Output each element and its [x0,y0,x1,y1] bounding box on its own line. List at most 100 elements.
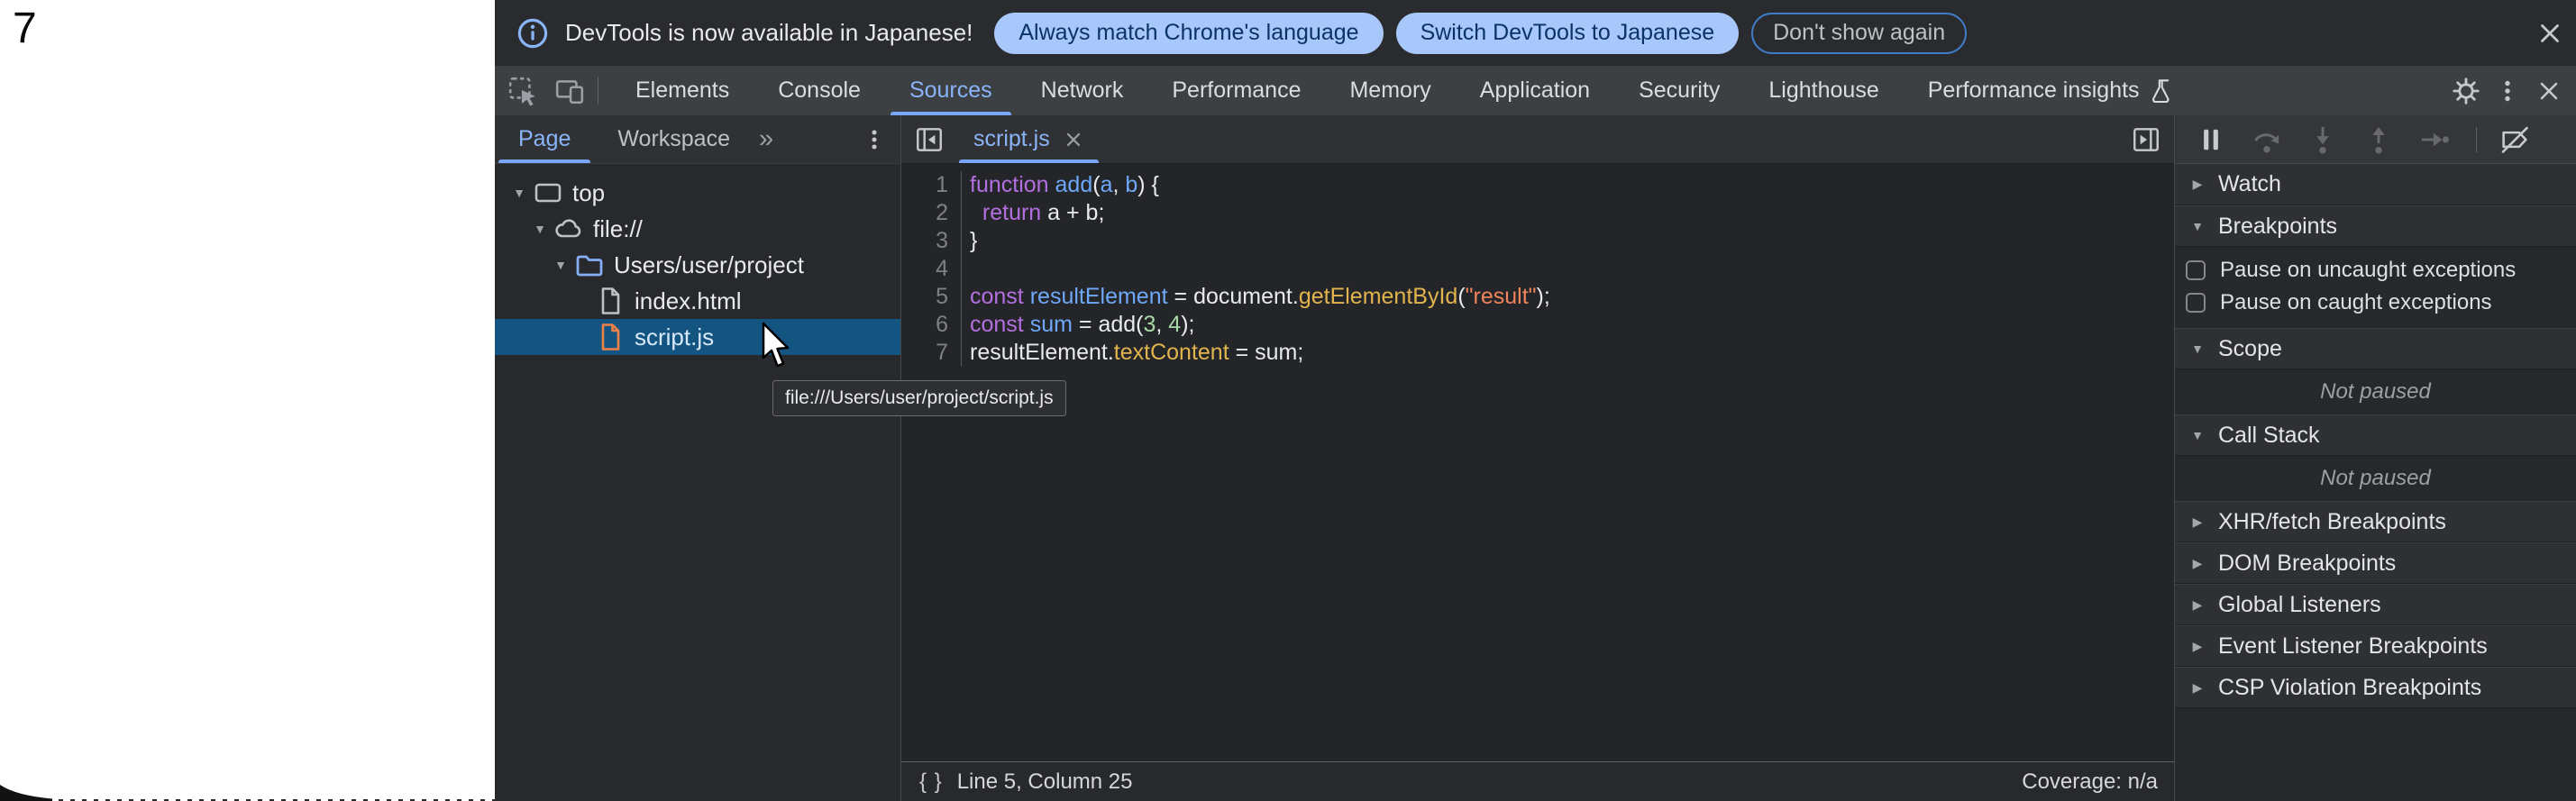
checkbox-label: Pause on uncaught exceptions [2220,258,2516,283]
section-event-listener-breakpoints[interactable]: ▶Event Listener Breakpoints [2175,625,2576,667]
code-text: const resultElement = document.getElemen… [970,283,1550,311]
tree-item-label: index.html [635,287,742,315]
section-dom-breakpoints[interactable]: ▶DOM Breakpoints [2175,542,2576,584]
section-call-stack[interactable]: ▼Call Stack [2175,414,2576,456]
tab-security[interactable]: Security [1614,66,1744,115]
section-xhr-fetch-breakpoints[interactable]: ▶XHR/fetch Breakpoints [2175,501,2576,542]
pause-icon[interactable] [2195,123,2227,156]
folder-icon [574,250,605,279]
tab-label: Security [1639,77,1720,104]
chevron-down-icon[interactable]: ▼ [528,222,552,236]
tab-elements[interactable]: Elements [611,66,754,115]
tab-memory[interactable]: Memory [1325,66,1455,115]
tab-performance-insights[interactable]: Performance insights [1904,66,2202,115]
tab-label: Lighthouse [1768,77,1878,104]
line-number[interactable]: 7 [901,339,948,367]
option-pause-on-uncaught-exceptions[interactable]: Pause on uncaught exceptions [2175,254,2576,287]
chevron-down-icon[interactable]: ▼ [549,258,572,272]
section-scope[interactable]: ▼Scope [2175,328,2576,369]
tab-label: Elements [635,77,729,104]
flask-icon [2151,77,2178,105]
code-text: return a + b; [970,199,1104,227]
tree-item-index-html[interactable]: index.html [495,283,900,319]
infobar-actions: Always match Chrome's language Switch Dev… [994,13,1967,54]
tab-label: Console [778,77,861,104]
gutter-divider [948,199,962,227]
section-label: Event Listener Breakpoints [2218,633,2488,660]
tree-item-users-user-project[interactable]: ▼ Users/user/project [495,247,900,283]
devtools-window: DevTools is now available in Japanese! A… [495,0,2576,801]
tab-lighthouse[interactable]: Lighthouse [1744,66,1903,115]
line-number[interactable]: 4 [901,255,948,283]
more-menu-icon[interactable] [2493,77,2522,105]
infobar-close-icon[interactable] [2535,18,2565,49]
switch-devtools-to-japanese-button[interactable]: Switch DevTools to Japanese [1396,13,1740,54]
code-line-2: 2 return a + b; [901,199,2174,227]
format-code-icon[interactable]: { } [919,769,943,795]
chevron-down-icon: ▼ [2188,219,2207,233]
section-global-listeners[interactable]: ▶Global Listeners [2175,584,2576,625]
chevron-down-icon: ▼ [2188,341,2207,356]
section-breakpoints[interactable]: ▼Breakpoints [2175,205,2576,247]
tree-item-label: Users/user/project [614,251,804,279]
tree-item-top[interactable]: ▼top [495,175,900,211]
section-watch[interactable]: ▶Watch [2175,164,2576,205]
tree-item-label: file:// [593,215,643,243]
settings-gear-icon[interactable] [2452,77,2480,105]
tab-label: Memory [1349,77,1430,104]
chevron-down-icon[interactable]: ▼ [507,186,531,200]
checkbox-icon[interactable] [2186,260,2206,280]
editor-tabbar: script.js [901,115,2174,164]
toggle-debugger-sidebar-icon[interactable] [2131,124,2161,155]
file-js-icon [595,323,626,351]
debugger-pane: ▶Watch▼Breakpoints Pause on uncaught exce… [2174,115,2576,801]
close-icon[interactable] [1063,129,1084,150]
main-tab-strip: ElementsConsoleSourcesNetworkPerformance… [611,66,2202,115]
code-area[interactable]: 1function add(a, b) {2 return a + b;3}45… [901,164,2174,761]
code-line-7: 7resultElement.textContent = sum; [901,339,2174,367]
line-number[interactable]: 1 [901,171,948,199]
step-out-icon [2362,123,2395,156]
editor-pane: script.js 1function add(a, b) {2 return … [901,115,2174,801]
editor-tab-script-js[interactable]: script.js [957,115,1101,163]
section-label: Global Listeners [2218,592,2381,618]
chevron-right-icon: ▶ [2188,680,2207,696]
debugger-toolbar [2175,115,2576,164]
tab-sources[interactable]: Sources [885,66,1017,115]
tab-console[interactable]: Console [754,66,885,115]
navigator-tab-workspace[interactable]: Workspace [594,115,754,163]
deactivate-breakpoints-icon[interactable] [2498,123,2531,156]
section-csp-violation-breakpoints[interactable]: ▶CSP Violation Breakpoints [2175,667,2576,708]
toggle-navigator-icon[interactable] [914,124,945,155]
close-icon[interactable] [2535,77,2563,105]
line-number[interactable]: 2 [901,199,948,227]
line-number[interactable]: 5 [901,283,948,311]
more-tabs-icon[interactable]: » [754,124,779,154]
navigator-tab-page[interactable]: Page [495,115,594,163]
gutter-divider [948,339,962,367]
tab-application[interactable]: Application [1456,66,1614,115]
cursor-position-label: Line 5, Column 25 [957,769,1133,795]
line-number[interactable]: 3 [901,227,948,255]
device-toolbar-icon[interactable] [554,76,585,106]
tab-label: Performance insights [1928,77,2140,104]
checkbox-icon[interactable] [2186,293,2206,313]
chevron-right-icon: ▶ [2188,177,2207,192]
line-number[interactable]: 6 [901,311,948,339]
always-match-chrome-s-language-button[interactable]: Always match Chrome's language [994,13,1383,54]
file-tree: ▼top▼file://▼Users/user/projectindex.htm… [495,164,900,801]
gutter-divider [948,283,962,311]
gutter-divider [948,311,962,339]
don-t-show-again-button[interactable]: Don't show again [1751,13,1967,54]
tree-item-file[interactable]: ▼ file:// [495,211,900,247]
option-pause-on-caught-exceptions[interactable]: Pause on caught exceptions [2175,287,2576,319]
tab-network[interactable]: Network [1017,66,1148,115]
tree-item-script-js[interactable]: script.js [495,319,900,355]
inspect-icon[interactable] [507,76,538,106]
divider [2476,127,2477,152]
code-text: function add(a, b) { [970,171,1159,199]
section-placeholder: Not paused [2175,369,2576,414]
chevron-right-icon: ▶ [2188,556,2207,571]
tab-performance[interactable]: Performance [1147,66,1325,115]
more-menu-icon[interactable] [861,126,888,153]
